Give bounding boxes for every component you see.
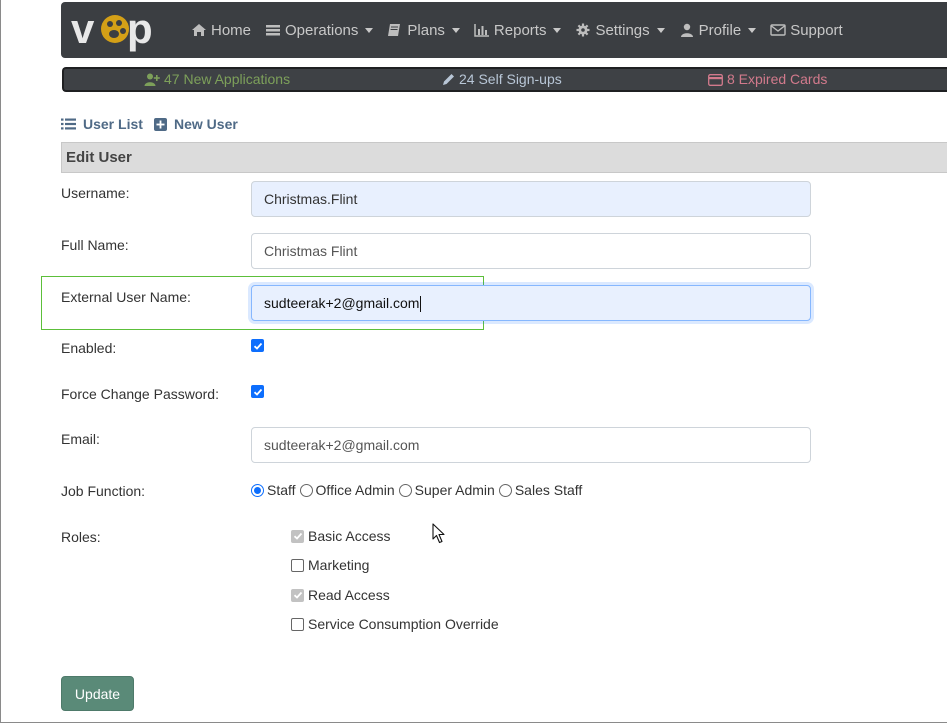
- role-basic-access-label: Basic Access: [308, 528, 391, 544]
- envelope-icon: [770, 24, 786, 36]
- role-marketing-checkbox[interactable]: [291, 558, 304, 572]
- svg-text:p: p: [127, 5, 151, 52]
- role-read-access-checkbox[interactable]: [291, 588, 304, 602]
- nav-profile-label: Profile: [698, 21, 742, 39]
- force-change-password-label: Force Change Password:: [61, 386, 219, 402]
- nav-plans[interactable]: Plans: [387, 22, 460, 39]
- self-signups-label: 24 Self Sign-ups: [459, 71, 562, 87]
- check-icon: [293, 591, 302, 599]
- role-read-access-label: Read Access: [308, 587, 390, 603]
- pencil-icon: [443, 74, 454, 85]
- role-read-access: Read Access: [291, 587, 390, 603]
- nav-profile[interactable]: Profile: [679, 22, 757, 39]
- radio-sales-staff[interactable]: [498, 483, 512, 497]
- roles-label: Roles:: [61, 529, 101, 545]
- user-plus-icon: [144, 73, 160, 86]
- book-icon: [388, 24, 401, 36]
- job-function-group: Staff Office Admin Super Admin Sales Sta…: [251, 481, 586, 499]
- list-icon: [61, 118, 76, 130]
- chevron-down-icon: [553, 27, 562, 33]
- update-button[interactable]: Update: [61, 676, 134, 711]
- enabled-checkbox[interactable]: [251, 339, 264, 352]
- role-service-consumption-override-label: Service Consumption Override: [308, 616, 499, 632]
- radio-staff[interactable]: [251, 483, 264, 497]
- check-icon: [253, 388, 262, 396]
- role-basic-access-checkbox[interactable]: [291, 529, 304, 543]
- username-field[interactable]: Christmas.Flint: [251, 181, 811, 217]
- home-icon: [192, 24, 206, 36]
- notification-bar: 47 New Applications 24 Self Sign-ups 8 E…: [62, 67, 947, 92]
- plus-square-icon: [154, 117, 167, 131]
- credit-card-icon: [708, 73, 723, 86]
- nav-settings[interactable]: Settings: [575, 21, 665, 39]
- window-left-border: [0, 0, 1, 723]
- external-user-name-field[interactable]: sudteerak+2@gmail.com: [251, 285, 811, 321]
- role-service-consumption-override-checkbox[interactable]: [291, 617, 304, 631]
- new-user-label: New User: [174, 116, 238, 132]
- new-user-link[interactable]: New User: [154, 115, 238, 133]
- nav-support[interactable]: Support: [770, 22, 843, 39]
- nav-home-label: Home: [211, 21, 252, 39]
- nav-operations[interactable]: Operations: [265, 21, 374, 39]
- expired-cards-label: 8 Expired Cards: [727, 71, 828, 87]
- role-marketing: Marketing: [291, 557, 369, 573]
- chevron-down-icon: [656, 27, 665, 33]
- check-icon: [253, 342, 262, 350]
- role-marketing-label: Marketing: [308, 557, 370, 573]
- top-navbar: v p c Home Operations Plans Reports: [61, 2, 947, 58]
- gear-icon: [576, 23, 590, 37]
- radio-super-admin-label: Super Admin: [414, 482, 495, 498]
- enabled-label: Enabled:: [61, 340, 117, 356]
- full-name-field[interactable]: Christmas Flint: [251, 233, 811, 269]
- list-icon: [266, 25, 281, 36]
- nav-operations-label: Operations: [285, 21, 359, 39]
- nav-support-label: Support: [790, 21, 843, 39]
- section-title: Edit User: [61, 142, 947, 173]
- svg-text:v: v: [71, 5, 95, 52]
- vcp-logo[interactable]: v p c: [69, 5, 167, 55]
- full-name-label: Full Name:: [61, 237, 129, 253]
- external-user-name-value: sudteerak+2@gmail.com: [264, 295, 420, 311]
- nav-home[interactable]: Home: [191, 22, 251, 39]
- email-label: Email:: [61, 431, 100, 447]
- force-change-password-checkbox[interactable]: [251, 385, 264, 398]
- radio-sales-staff-label: Sales Staff: [514, 482, 583, 498]
- radio-super-admin[interactable]: [398, 483, 412, 497]
- bar-chart-icon: [474, 24, 489, 37]
- role-service-consumption-override: Service Consumption Override: [291, 616, 499, 632]
- nav-reports-label: Reports: [493, 21, 547, 39]
- email-field[interactable]: sudteerak+2@gmail.com: [251, 427, 811, 463]
- user-list-link[interactable]: User List: [61, 115, 143, 133]
- self-signups-link[interactable]: 24 Self Sign-ups: [442, 69, 562, 90]
- nav-plans-label: Plans: [407, 21, 445, 39]
- radio-office-admin[interactable]: [299, 483, 313, 497]
- new-applications-label: 47 New Applications: [164, 71, 291, 87]
- text-caret: [420, 296, 422, 313]
- nav-reports[interactable]: Reports: [474, 22, 562, 39]
- username-label: Username:: [61, 185, 130, 201]
- nav-menu: Home Operations Plans Reports Settings P…: [191, 2, 857, 58]
- external-user-name-label: External User Name:: [61, 289, 191, 305]
- chevron-down-icon: [451, 27, 460, 33]
- chevron-down-icon: [365, 27, 374, 33]
- nav-settings-label: Settings: [595, 21, 650, 39]
- radio-office-admin-label: Office Admin: [315, 482, 395, 498]
- user-icon: [680, 23, 693, 37]
- new-applications-link[interactable]: 47 New Applications: [144, 69, 290, 90]
- radio-staff-label: Staff: [267, 482, 296, 498]
- role-basic-access: Basic Access: [291, 528, 390, 544]
- check-icon: [293, 532, 302, 540]
- expired-cards-link[interactable]: 8 Expired Cards: [708, 69, 827, 90]
- mouse-pointer-icon: [432, 523, 445, 544]
- chevron-down-icon: [748, 27, 757, 33]
- user-list-label: User List: [83, 116, 143, 132]
- job-function-label: Job Function:: [61, 483, 146, 499]
